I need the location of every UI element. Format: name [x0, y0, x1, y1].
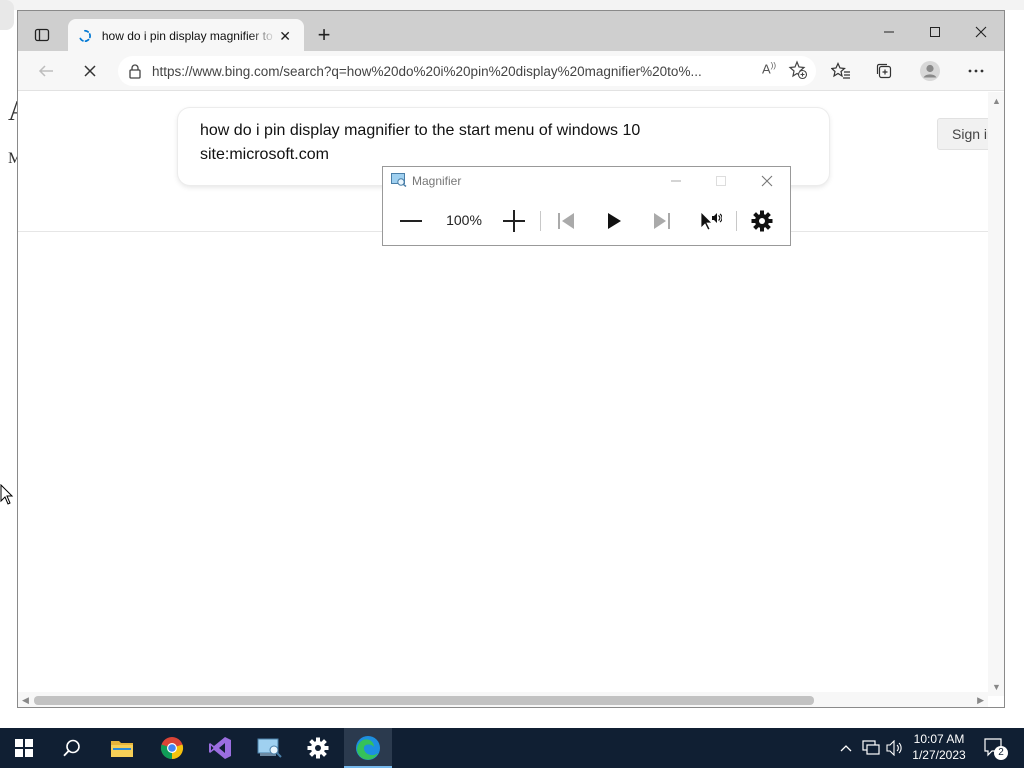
- desktop-top-pill: [0, 0, 14, 30]
- scroll-up-icon[interactable]: ▲: [992, 96, 1001, 106]
- magnifier-title: Magnifier: [412, 174, 462, 188]
- minus-icon: [400, 220, 422, 222]
- read-from-here-button[interactable]: [695, 207, 725, 235]
- scroll-down-icon[interactable]: ▼: [992, 682, 1001, 692]
- new-tab-button[interactable]: +: [312, 24, 336, 48]
- browser-toolbar: https://www.bing.com/search?q=how%20do%2…: [18, 51, 1004, 91]
- toolbar-separator: [540, 211, 541, 231]
- skip-next-icon: [654, 213, 670, 229]
- chrome-button[interactable]: [148, 728, 196, 768]
- notification-count-badge: 2: [994, 746, 1008, 760]
- clock-date: 1/27/2023: [912, 748, 966, 762]
- more-icon: [968, 69, 984, 73]
- avatar-icon: [920, 61, 940, 81]
- title-bar: how do i pin display magnifier to the st…: [18, 11, 1004, 53]
- read-aloud-icon[interactable]: A)): [762, 61, 776, 76]
- magnifier-close-button[interactable]: [752, 170, 782, 192]
- lock-icon: [118, 63, 152, 79]
- magnifier-window: Magnifier 100%: [382, 166, 791, 246]
- network-icon[interactable]: [861, 728, 881, 768]
- profile-button[interactable]: [917, 59, 943, 83]
- volume-icon[interactable]: [883, 728, 905, 768]
- collections-button[interactable]: [871, 59, 897, 83]
- horizontal-scrollbar[interactable]: ◀ ▶: [18, 692, 988, 707]
- scroll-right-icon[interactable]: ▶: [977, 695, 984, 706]
- favorites-button[interactable]: [828, 59, 854, 83]
- tab-actions-button[interactable]: [28, 23, 56, 47]
- minimize-button[interactable]: [866, 17, 912, 47]
- system-clock[interactable]: 10:07 AM 1/27/2023: [906, 731, 972, 763]
- skip-previous-icon: [558, 213, 574, 229]
- add-favorite-icon[interactable]: [788, 60, 808, 85]
- address-bar[interactable]: https://www.bing.com/search?q=how%20do%2…: [118, 56, 816, 86]
- taskbar: 10:07 AM 1/27/2023 2: [0, 728, 1024, 768]
- chrome-icon: [160, 737, 184, 760]
- tab-actions-icon: [34, 28, 50, 42]
- maximize-icon: [930, 27, 940, 37]
- scroll-left-icon[interactable]: ◀: [22, 695, 29, 706]
- mouse-cursor-icon: [0, 484, 14, 505]
- edge-taskbar-button[interactable]: [344, 728, 392, 768]
- minimize-icon: [884, 31, 894, 33]
- search-button[interactable]: [48, 728, 96, 768]
- search-query-text: how do i pin display magnifier to the st…: [200, 122, 641, 163]
- magnifier-app-icon: [257, 738, 282, 758]
- settings-more-button[interactable]: [963, 59, 989, 83]
- visual-studio-button[interactable]: [196, 728, 244, 768]
- action-center-button[interactable]: 2: [980, 728, 1010, 768]
- clock-time: 10:07 AM: [913, 732, 965, 746]
- url-text: https://www.bing.com/search?q=how%20do%2…: [152, 63, 702, 79]
- windows-logo-icon: [15, 739, 33, 757]
- desktop-top-strip: [0, 0, 1024, 10]
- read-previous-button[interactable]: [551, 207, 581, 235]
- gear-icon: [751, 210, 773, 232]
- zoom-in-button[interactable]: [499, 207, 529, 235]
- play-icon: [608, 213, 621, 229]
- back-arrow-icon: [38, 65, 53, 77]
- zoom-out-button[interactable]: [396, 207, 426, 235]
- zoom-level: 100%: [446, 212, 482, 228]
- read-next-button[interactable]: [647, 207, 677, 235]
- vertical-scrollbar[interactable]: ▲ ▼: [988, 92, 1004, 696]
- edge-icon: [356, 736, 380, 760]
- horizontal-scroll-thumb[interactable]: [34, 696, 814, 705]
- favorites-icon: [831, 62, 850, 79]
- file-explorer-button[interactable]: [98, 728, 146, 768]
- chevron-up-icon: [840, 745, 852, 752]
- start-button[interactable]: [0, 728, 48, 768]
- magnifier-taskbar-button[interactable]: [246, 728, 294, 768]
- settings-taskbar-button[interactable]: [294, 728, 342, 768]
- toolbar-separator: [736, 211, 737, 231]
- stop-loading-icon: [84, 65, 96, 77]
- back-button[interactable]: [33, 59, 59, 83]
- folder-icon: [111, 741, 133, 757]
- magnifier-settings-button[interactable]: [747, 207, 777, 235]
- maximize-icon: [716, 176, 726, 186]
- loading-spinner-icon: [79, 29, 91, 43]
- minimize-icon: [671, 180, 681, 182]
- close-window-button[interactable]: [958, 17, 1004, 47]
- visual-studio-icon: [209, 737, 231, 759]
- browser-window: how do i pin display magnifier to the st…: [17, 10, 1005, 708]
- show-hidden-icons-button[interactable]: [836, 728, 856, 768]
- play-button[interactable]: [599, 207, 629, 235]
- magnifier-title-bar[interactable]: Magnifier: [383, 167, 790, 195]
- tab-title: how do i pin display magnifier to the st…: [101, 29, 276, 43]
- browser-tab[interactable]: how do i pin display magnifier to the st…: [68, 19, 304, 53]
- magnifier-app-icon: [391, 173, 407, 192]
- stop-button[interactable]: [77, 59, 103, 83]
- close-icon: [761, 175, 773, 187]
- tab-close-icon[interactable]: ✕: [276, 28, 294, 45]
- gear-icon: [307, 737, 329, 759]
- plus-icon: [503, 210, 525, 232]
- read-from-here-icon: [700, 211, 722, 231]
- magnifier-maximize-button[interactable]: [706, 170, 736, 192]
- maximize-button[interactable]: [912, 17, 958, 47]
- collections-icon: [876, 63, 892, 79]
- magnifier-toolbar: 100%: [383, 201, 790, 241]
- magnifier-minimize-button[interactable]: [661, 170, 691, 192]
- close-icon: [975, 26, 987, 38]
- search-icon: [63, 739, 80, 757]
